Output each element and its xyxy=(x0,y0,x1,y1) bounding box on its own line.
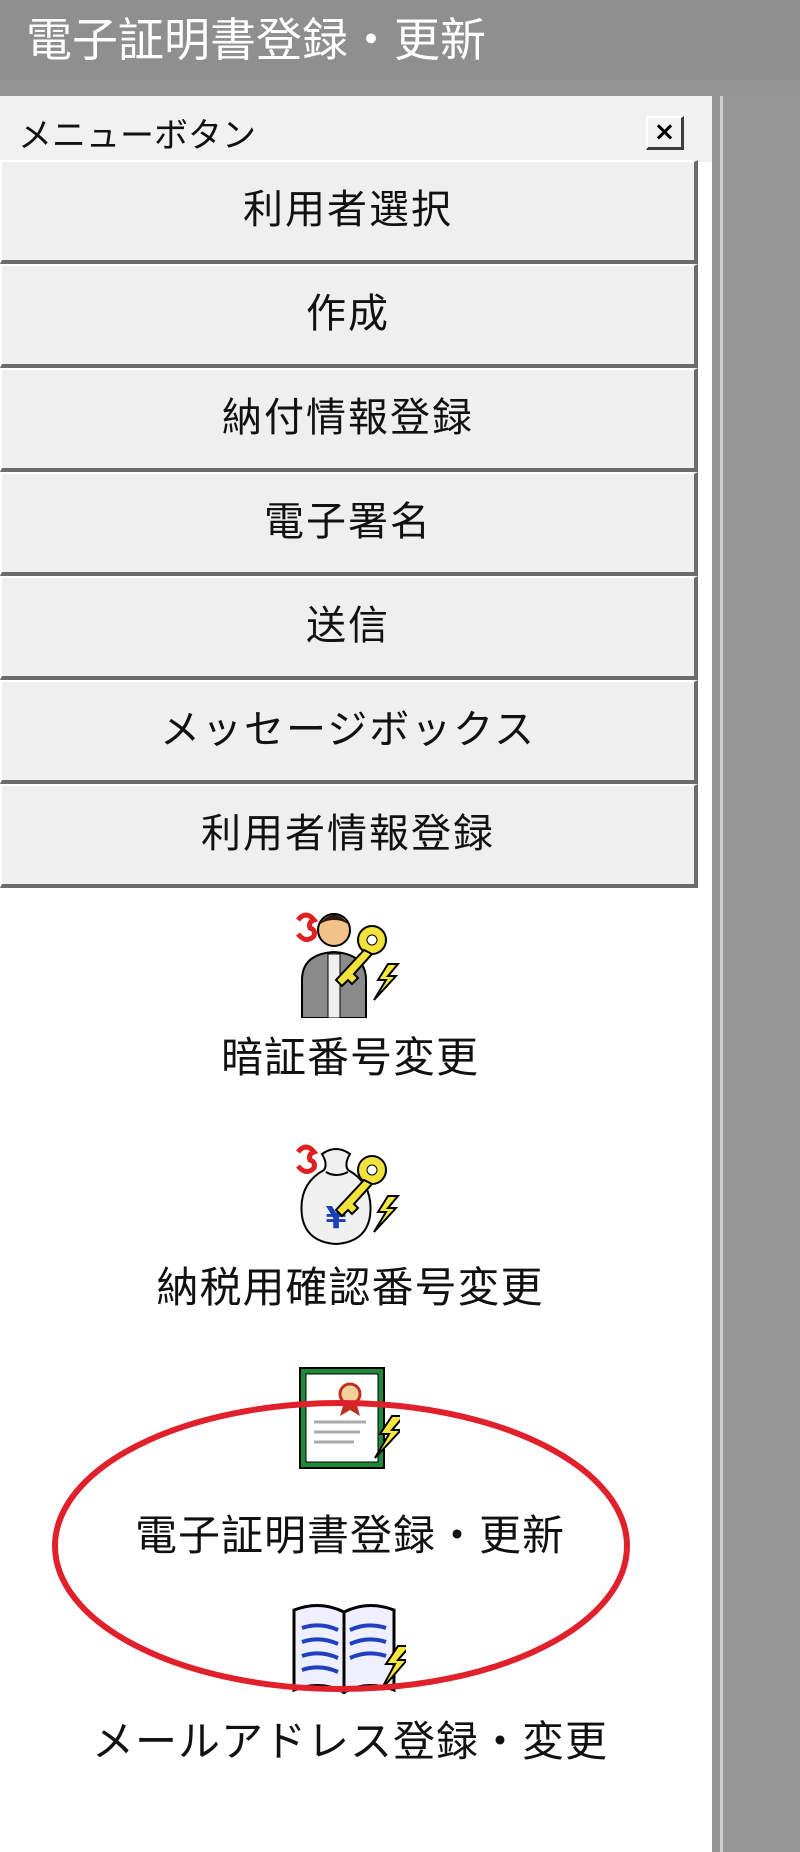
window-title: 電子証明書登録・更新 xyxy=(26,13,486,67)
person-key-icon xyxy=(296,912,401,1018)
close-button[interactable]: × xyxy=(646,116,684,150)
panel-header: メニューボタン × xyxy=(0,96,712,162)
address-book-icon xyxy=(292,1604,406,1695)
right-gray-area xyxy=(720,96,800,1852)
menu-button-list: 利用者選択 作成 納付情報登録 電子署名 送信 メッセージボックス 利用者情報登… xyxy=(0,160,698,888)
window-title-bar: 電子証明書登録・更新 xyxy=(0,0,800,80)
pin-change-label: 暗証番号変更 xyxy=(220,1033,479,1082)
money-bag-key-icon: ¥ xyxy=(296,1144,401,1246)
message-box-button[interactable]: メッセージボックス xyxy=(0,680,698,784)
menu-panel: メニューボタン × 利用者選択 作成 納付情報登録 電子署名 送信 メッセージボ… xyxy=(0,96,712,1852)
user-select-button[interactable]: 利用者選択 xyxy=(0,160,698,264)
close-icon: × xyxy=(653,117,676,147)
certificate-register-update-item[interactable]: 電子証明書登録・更新 xyxy=(0,1366,700,1566)
panel-header-label: メニューボタン xyxy=(18,116,256,156)
email-register-change-label: メールアドレス登録・変更 xyxy=(91,1717,608,1766)
certificate-register-update-label: 電子証明書登録・更新 xyxy=(134,1511,565,1560)
email-register-change-item[interactable]: メールアドレス登録・変更 xyxy=(0,1596,700,1796)
user-info-register-button[interactable]: 利用者情報登録 xyxy=(0,784,698,888)
create-button[interactable]: 作成 xyxy=(0,264,698,368)
tax-confirm-number-change-label: 納税用確認番号変更 xyxy=(156,1263,544,1312)
digital-signature-button[interactable]: 電子署名 xyxy=(0,472,698,576)
payment-info-register-button[interactable]: 納付情報登録 xyxy=(0,368,698,472)
send-button[interactable]: 送信 xyxy=(0,576,698,680)
pin-change-item[interactable]: 暗証番号変更 xyxy=(0,906,700,1096)
tax-confirm-number-change-item[interactable]: ¥ 納税用確認番号変更 xyxy=(0,1140,700,1330)
certificate-icon xyxy=(299,1367,400,1469)
